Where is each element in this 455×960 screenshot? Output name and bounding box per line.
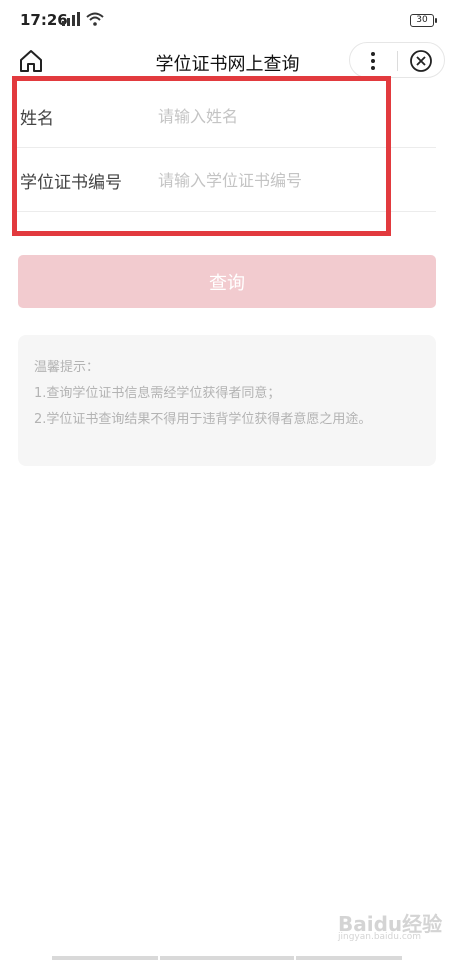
tips-line-1: 1.查询学位证书信息需经学位获得者同意； [34, 386, 281, 401]
signal-icon [62, 12, 80, 26]
status-bar: 17:26 30 [0, 0, 455, 42]
tips-line-2: 2.学位证书查询结果不得用于违背学位获得者意愿之用途。 [34, 412, 372, 427]
capsule-divider [397, 51, 398, 71]
bottom-segment [52, 956, 158, 960]
tips-panel: 温馨提示： 1.查询学位证书信息需经学位获得者同意； 2.学位证书查询结果不得用… [18, 335, 436, 466]
bottom-segment [296, 956, 402, 960]
tips-heading: 温馨提示： [34, 360, 100, 375]
name-row: 姓名 [16, 84, 436, 148]
home-icon[interactable] [18, 48, 44, 74]
query-button[interactable]: 查询 [18, 255, 436, 308]
baidu-jingyan-watermark: Baidu经验 jingyan.baidu.com [330, 898, 445, 946]
mini-program-capsule [349, 42, 445, 78]
nav-bar: 学位证书网上查询 [0, 42, 455, 80]
bottom-segment [160, 956, 294, 960]
name-label: 姓名 [20, 109, 54, 129]
more-icon[interactable] [368, 50, 378, 72]
query-form: 姓名 学位证书编号 [0, 84, 455, 212]
wifi-icon [86, 12, 104, 26]
bottom-bar [0, 956, 455, 960]
certificate-number-input[interactable] [158, 160, 428, 200]
name-input[interactable] [158, 96, 428, 136]
close-icon[interactable] [409, 49, 433, 73]
certificate-row: 学位证书编号 [16, 148, 436, 212]
status-time: 17:26 [20, 11, 68, 29]
watermark-url: jingyan.baidu.com [338, 932, 422, 942]
certificate-number-label: 学位证书编号 [20, 173, 122, 193]
battery-indicator: 30 [410, 14, 437, 27]
